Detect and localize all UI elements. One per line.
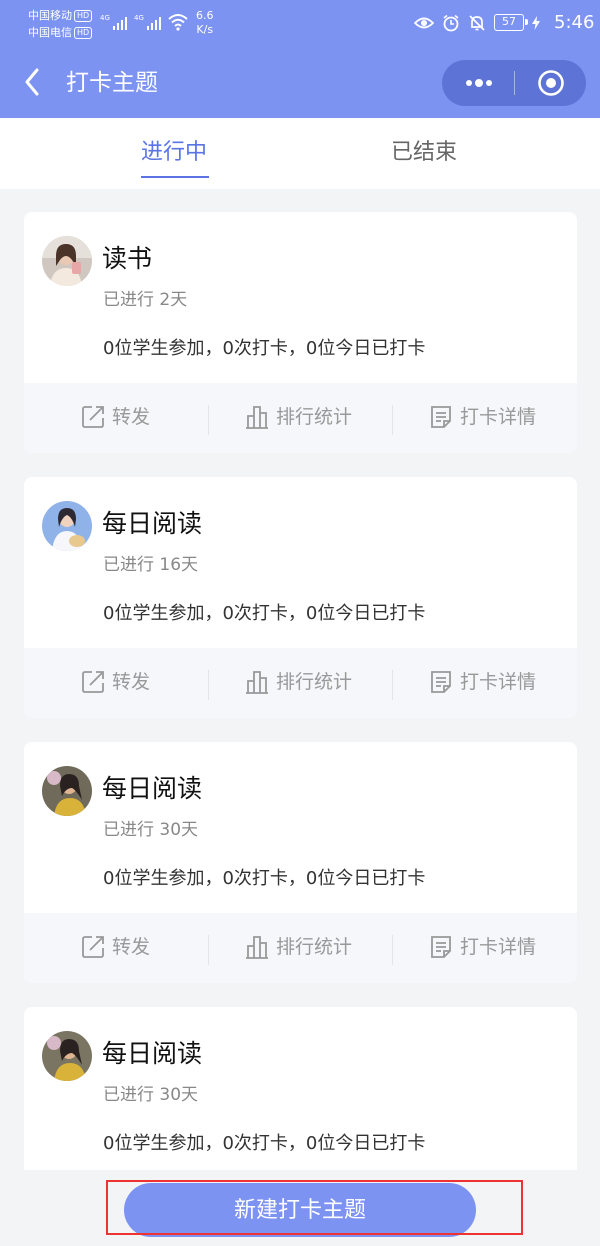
checkin-details-button[interactable]: 打卡详情	[428, 668, 536, 696]
share-label: 转发	[112, 671, 151, 693]
checkin-details-button[interactable]: 打卡详情	[428, 933, 536, 961]
avatar	[42, 766, 92, 816]
ranking-stats-label: 排行统计	[276, 936, 353, 958]
checkin-details-button[interactable]: 打卡详情	[428, 403, 536, 431]
avatar	[42, 501, 92, 551]
carrier-1: 中国移动	[28, 9, 72, 22]
topic-card[interactable]: 每日阅读 已进行 16天 0位学生参加，0次打卡，0位今日已打卡 转发 排行统计…	[24, 477, 577, 718]
close-button[interactable]	[515, 60, 586, 106]
days-elapsed: 已进行 30天	[103, 1085, 199, 1105]
tab-ended[interactable]: 已结束	[391, 138, 457, 168]
ranking-stats-label: 排行统计	[276, 671, 353, 693]
signal-icon: 4G	[134, 14, 161, 30]
participation-stats: 0位学生参加，0次打卡，0位今日已打卡	[103, 603, 426, 624]
ranking-stats-button[interactable]: 排行统计	[244, 933, 352, 961]
share-label: 转发	[112, 406, 151, 428]
action-divider	[392, 935, 393, 965]
document-icon	[431, 936, 451, 958]
share-label: 转发	[112, 936, 151, 958]
bar-chart-icon	[246, 671, 268, 694]
wifi-icon	[168, 14, 188, 31]
checkin-details-label: 打卡详情	[460, 671, 537, 693]
topic-title: 每日阅读	[102, 509, 203, 538]
more-button[interactable]	[442, 60, 514, 106]
bar-chart-icon	[246, 936, 268, 959]
hd-badge: HD	[74, 27, 93, 39]
ranking-stats-label: 排行统计	[276, 406, 353, 428]
network-type: 4G	[134, 14, 144, 22]
topic-card[interactable]: 读书 已进行 2天 0位学生参加，0次打卡，0位今日已打卡 转发 排行统计 打卡…	[24, 212, 577, 453]
action-divider	[392, 405, 393, 435]
back-arrow-icon[interactable]	[24, 68, 40, 96]
network-type: 4G	[100, 14, 110, 22]
share-icon	[82, 671, 104, 693]
battery-icon: 57	[494, 14, 528, 31]
days-elapsed: 已进行 30天	[103, 820, 199, 840]
card-actions: 转发 排行统计 打卡详情	[24, 913, 577, 983]
share-button[interactable]: 转发	[80, 668, 150, 696]
participation-stats: 0位学生参加，0次打卡，0位今日已打卡	[103, 1133, 426, 1154]
topic-title: 每日阅读	[102, 1039, 203, 1068]
card-actions: 转发 排行统计 打卡详情	[24, 648, 577, 718]
eye-icon	[414, 17, 434, 28]
active-tab-indicator	[141, 176, 209, 178]
share-icon	[82, 406, 104, 428]
page-title: 打卡主题	[66, 70, 158, 96]
topic-title: 每日阅读	[102, 774, 203, 803]
avatar	[42, 236, 92, 286]
action-divider	[208, 405, 209, 435]
participation-stats: 0位学生参加，0次打卡，0位今日已打卡	[103, 868, 426, 889]
ranking-stats-button[interactable]: 排行统计	[244, 668, 352, 696]
clock: 5:46	[554, 12, 595, 33]
participation-stats: 0位学生参加，0次打卡，0位今日已打卡	[103, 338, 426, 359]
mute-bell-icon	[469, 14, 485, 31]
checkin-details-label: 打卡详情	[460, 936, 537, 958]
share-button[interactable]: 转发	[80, 403, 150, 431]
close-circle-icon	[538, 70, 564, 96]
action-divider	[208, 670, 209, 700]
document-icon	[431, 406, 451, 428]
days-elapsed: 已进行 2天	[103, 290, 188, 310]
checkin-details-label: 打卡详情	[460, 406, 537, 428]
signal-icon: 4G	[100, 14, 127, 30]
mini-program-capsule	[442, 60, 586, 106]
network-speed: 6.6 K/s	[196, 9, 214, 36]
card-actions: 转发 排行统计 打卡详情	[24, 383, 577, 453]
tab-in-progress[interactable]: 进行中	[141, 138, 207, 168]
more-dots-icon	[466, 79, 492, 87]
days-elapsed: 已进行 16天	[103, 555, 199, 575]
tab-bar: 进行中 已结束	[0, 118, 600, 189]
ranking-stats-button[interactable]: 排行统计	[244, 403, 352, 431]
share-button[interactable]: 转发	[80, 933, 150, 961]
action-divider	[392, 670, 393, 700]
carrier-2: 中国电信	[28, 26, 72, 39]
avatar	[42, 1031, 92, 1081]
document-icon	[431, 671, 451, 693]
highlight-box	[106, 1180, 523, 1235]
share-icon	[82, 936, 104, 958]
alarm-icon	[443, 14, 459, 31]
header-bar: 中国移动 HD 中国电信 HD 4G 4G 6.6 K/s 57 5:46 打卡…	[0, 0, 600, 118]
charging-icon	[532, 15, 540, 30]
carrier-info: 中国移动 HD 中国电信 HD	[28, 7, 93, 41]
topic-card[interactable]: 每日阅读 已进行 30天 0位学生参加，0次打卡，0位今日已打卡 转发 排行统计…	[24, 742, 577, 983]
status-icons: 57 5:46	[414, 12, 594, 33]
hd-badge: HD	[74, 10, 93, 22]
action-divider	[208, 935, 209, 965]
topic-title: 读书	[102, 244, 153, 273]
bar-chart-icon	[246, 406, 268, 429]
